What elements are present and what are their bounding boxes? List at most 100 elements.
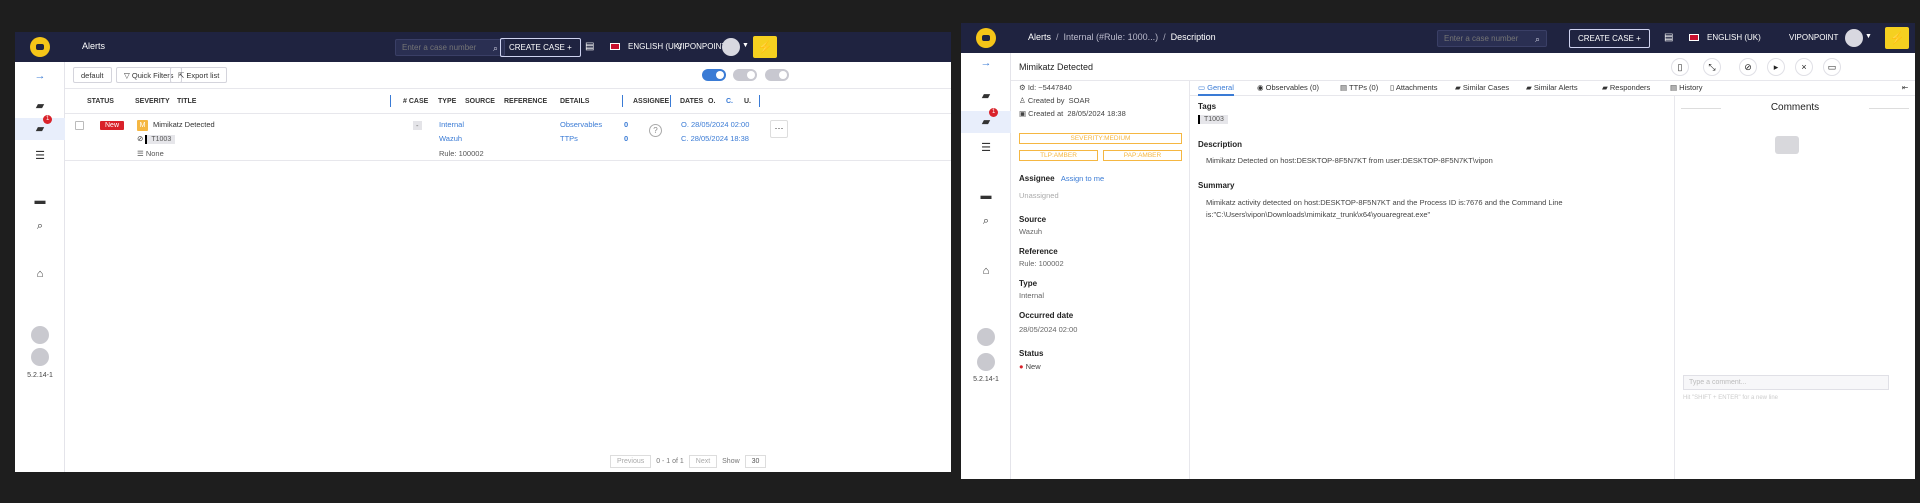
search-icon[interactable]: ⌕	[961, 215, 1011, 228]
column-divider[interactable]	[622, 95, 623, 107]
tab-observables[interactable]: ◉ Observables (0)	[1257, 83, 1319, 92]
tag-chip[interactable]: T1003	[145, 135, 176, 144]
search-icon[interactable]: ⌕	[15, 220, 65, 233]
search-icon[interactable]: ⌕	[493, 43, 498, 54]
filter-preset-select[interactable]: default	[73, 67, 112, 83]
chat-icon[interactable]	[977, 353, 995, 371]
admin-icon[interactable]: ⌂	[15, 268, 65, 280]
tab-general[interactable]: ▭ General	[1198, 83, 1234, 96]
case-search[interactable]: ⌕	[395, 39, 505, 56]
search-icon[interactable]: ⌕	[1535, 34, 1540, 45]
create-case-button[interactable]: CREATE CASE +	[500, 38, 581, 57]
pap-pill[interactable]: PAP:AMBER	[1103, 150, 1182, 161]
row-checkbox[interactable]	[75, 121, 84, 130]
chevron-down-icon[interactable]: ▼	[742, 42, 749, 49]
col-details[interactable]: DETAILS	[560, 98, 589, 105]
table-row[interactable]: New M Mimikatz Detected ⊘ T1003 ☰ None - …	[65, 114, 951, 161]
col-title[interactable]: TITLE	[177, 98, 196, 105]
case-link[interactable]: -	[413, 121, 422, 130]
sidebar-item-alerts[interactable]: ▰ 1	[15, 115, 65, 140]
organisation-icon[interactable]: ▰	[15, 99, 65, 112]
col-case[interactable]: # CASE	[403, 98, 428, 105]
bolt-icon[interactable]: ⚡	[753, 36, 777, 58]
col-status[interactable]: STATUS	[87, 98, 114, 105]
language-selector[interactable]: ENGLISH (UK)	[610, 42, 682, 51]
column-divider[interactable]	[390, 95, 391, 107]
comment-input[interactable]: Type a comment...	[1683, 375, 1889, 390]
col-type[interactable]: TYPE	[438, 98, 456, 105]
tasks-list-icon[interactable]: ☰	[961, 141, 1011, 154]
collapse-panel-icon[interactable]: ⇤	[1902, 83, 1908, 92]
assignee-unknown-icon[interactable]: ?	[649, 124, 662, 137]
tab-similar-cases[interactable]: ▰ Similar Cases	[1455, 83, 1509, 92]
admin-icon[interactable]: ⌂	[961, 265, 1011, 277]
avatar[interactable]	[722, 38, 740, 56]
dashboard-icon[interactable]: ▬	[961, 190, 1011, 202]
create-case-from-alert-icon[interactable]: ▯	[1671, 58, 1689, 76]
language-selector[interactable]: ENGLISH (UK)	[1689, 33, 1761, 42]
column-divider[interactable]	[759, 95, 760, 107]
avatar[interactable]	[1845, 29, 1863, 47]
assign-to-me-link[interactable]: Assign to me	[1061, 174, 1104, 183]
ignore-icon[interactable]: ⊘	[1739, 58, 1757, 76]
organisation-icon[interactable]: ▰	[961, 89, 1011, 102]
observables-link[interactable]: Observables	[560, 120, 602, 129]
alert-title[interactable]: M Mimikatz Detected	[137, 120, 215, 131]
col-dates[interactable]: DATES	[680, 98, 703, 105]
run-icon[interactable]: ▸	[1767, 58, 1785, 76]
dashboard-icon[interactable]: ▬	[15, 195, 65, 207]
thehive-logo[interactable]	[15, 32, 65, 62]
filter-toggle[interactable]	[765, 69, 789, 81]
col-date-created[interactable]: C.	[726, 98, 733, 105]
col-date-updated[interactable]: U.	[744, 98, 751, 105]
column-divider[interactable]	[670, 95, 671, 107]
merge-icon[interactable]: ⤡	[1703, 58, 1721, 76]
tasks-list-icon[interactable]: ☰	[15, 149, 65, 162]
col-assignee[interactable]: ASSIGNEE	[633, 98, 669, 105]
thehive-logo[interactable]	[961, 23, 1011, 53]
col-source[interactable]: SOURCE	[465, 98, 495, 105]
previous-button[interactable]: Previous	[610, 455, 652, 468]
chat-icon[interactable]	[31, 348, 49, 366]
col-severity[interactable]: SEVERITY	[135, 98, 170, 105]
type-link[interactable]: Internal	[439, 120, 464, 129]
page-size-select[interactable]: 30	[744, 455, 767, 468]
chevron-down-icon[interactable]: ▼	[1865, 33, 1872, 40]
tab-ttps[interactable]: ▤ TTPs (0)	[1340, 83, 1378, 92]
tlp-pill[interactable]: TLP:AMBER	[1019, 150, 1098, 161]
row-actions-button[interactable]: ⋯	[770, 120, 788, 138]
chat-icon[interactable]	[977, 328, 995, 346]
breadcrumb-alert[interactable]: Internal (#Rule: 1000...)	[1064, 32, 1159, 42]
col-date-opened[interactable]: O.	[708, 98, 715, 105]
breadcrumb-alerts[interactable]: Alerts	[1028, 32, 1051, 42]
auto-refresh-toggle[interactable]	[702, 69, 726, 81]
tag-chip[interactable]: T1003	[1198, 115, 1228, 124]
tab-responders[interactable]: ▰ Responders	[1602, 83, 1650, 92]
tab-attachments[interactable]: ▯ Attachments	[1390, 83, 1438, 92]
tasks-icon[interactable]: ▤	[585, 41, 594, 52]
expand-arrow-icon[interactable]: →	[961, 57, 1011, 69]
source-link[interactable]: Wazuh	[439, 134, 462, 143]
next-button[interactable]: Next	[688, 455, 718, 468]
tab-similar-alerts[interactable]: ▰ Similar Alerts	[1526, 83, 1578, 92]
create-case-button[interactable]: CREATE CASE +	[1569, 29, 1650, 48]
chat-icon[interactable]	[31, 326, 49, 344]
sidebar-item-alerts[interactable]: ▰ 1	[961, 108, 1011, 133]
case-search-input[interactable]	[1444, 34, 1534, 43]
expand-arrow-icon[interactable]: →	[15, 70, 65, 82]
tab-history[interactable]: ▤ History	[1670, 83, 1703, 92]
severity-pill[interactable]: SEVERITY:MEDIUM	[1019, 133, 1182, 144]
close-icon[interactable]: ×	[1795, 58, 1813, 76]
breadcrumb-alerts[interactable]: Alerts	[82, 41, 105, 51]
case-search-input[interactable]	[402, 43, 492, 52]
user-name[interactable]: VIPONPOINT	[677, 42, 726, 51]
tasks-icon[interactable]: ▤	[1664, 32, 1673, 43]
col-reference[interactable]: REFERENCE	[504, 98, 547, 105]
delete-icon[interactable]: ▭	[1823, 58, 1841, 76]
ttps-link[interactable]: TTPs	[560, 134, 578, 143]
user-name[interactable]: VIPONPOINT	[1789, 33, 1838, 42]
export-list-button[interactable]: ⇱ Export list	[170, 67, 228, 83]
toggle-switch[interactable]	[733, 69, 757, 81]
bolt-icon[interactable]: ⚡	[1885, 27, 1909, 49]
case-search[interactable]: ⌕	[1437, 30, 1547, 47]
